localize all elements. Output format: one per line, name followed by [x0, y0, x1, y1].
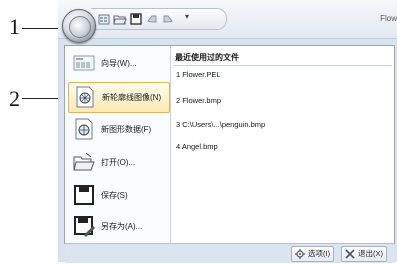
application-menu: 向导(W)... 新轮廓线图像(N) 新图形数据(F) 打开(O)... 保存(… [64, 45, 395, 263]
recent-files-heading: 最近使用过的文件 [175, 53, 239, 62]
menu-item-open[interactable]: 打开(O)... [68, 148, 168, 177]
undo-icon[interactable] [145, 12, 159, 26]
options-button[interactable]: 选项(I) [291, 246, 335, 262]
menu-footer: 选项(I) 退出(X) [65, 243, 394, 263]
wizard-icon [73, 52, 95, 74]
options-label: 选项(I) [308, 249, 331, 258]
save-disk-icon [73, 184, 95, 206]
menu-item-label: 保存(S) [101, 191, 128, 200]
menu-item-save-as[interactable]: 另存为(A)... [68, 212, 168, 241]
qat-dropdown-icon[interactable]: ▾ [185, 12, 189, 21]
recent-file-item[interactable]: 3 C:\Users\...\penguin.bmp [176, 120, 265, 129]
exit-label: 退出(X) [358, 249, 383, 258]
callout-number-2: 2 [9, 86, 20, 111]
save-as-icon [73, 215, 95, 237]
new-outline-image-icon [74, 86, 96, 108]
callout-number-1: 1 [9, 14, 20, 39]
divider [173, 65, 392, 66]
menu-item-new-outline-image[interactable]: 新轮廓线图像(N) [68, 82, 170, 113]
menu-commands: 向导(W)... 新轮廓线图像(N) 新图形数据(F) 打开(O)... 保存(… [65, 46, 171, 243]
menu-item-wizard[interactable]: 向导(W)... [68, 49, 168, 78]
recent-file-item[interactable]: 1 Flower.PEL [176, 70, 221, 79]
menu-item-label: 新轮廓线图像(N) [102, 93, 162, 102]
redo-icon[interactable] [161, 12, 175, 26]
application-menu-button[interactable] [62, 9, 96, 43]
open-folder-icon [73, 151, 95, 173]
quick-access-toolbar: ▾ [91, 8, 227, 30]
window-title: Flow [380, 14, 397, 23]
recent-files-panel: 最近使用过的文件 1 Flower.PEL 2 Flower.bmp 3 C:\… [171, 46, 394, 243]
menu-item-label: 另存为(A)... [101, 222, 143, 231]
open-folder-icon[interactable] [113, 12, 127, 26]
menu-item-label: 打开(O)... [101, 158, 136, 167]
close-icon [345, 249, 355, 259]
menu-item-label: 向导(W)... [101, 59, 137, 68]
application-orb-icon [69, 16, 91, 38]
title-bar: ▾ Flow [58, 0, 397, 39]
recent-file-item[interactable]: 2 Flower.bmp [176, 96, 221, 105]
save-disk-icon[interactable] [129, 12, 143, 26]
menu-item-new-shape-data[interactable]: 新图形数据(F) [68, 115, 168, 144]
application-window: ▾ Flow 向导(W)... 新轮廓线图像(N) 新图形数据(F) 打开(O)… [58, 0, 397, 263]
recent-file-item[interactable]: 4 Angel.bmp [176, 142, 218, 151]
new-shape-data-icon [73, 118, 95, 140]
new-file-icon[interactable] [97, 12, 111, 26]
menu-item-label: 新图形数据(F) [101, 125, 152, 134]
gear-icon [295, 249, 305, 259]
menu-item-save[interactable]: 保存(S) [68, 181, 168, 210]
exit-button[interactable]: 退出(X) [341, 246, 387, 262]
